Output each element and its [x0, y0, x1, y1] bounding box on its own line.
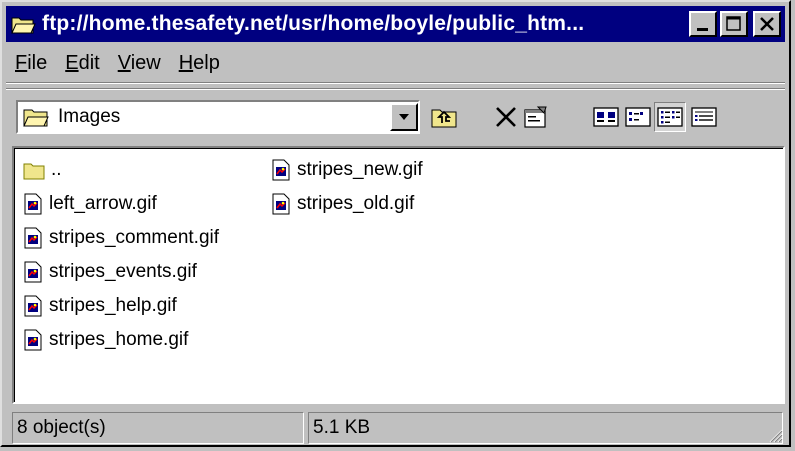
address-value: Images [58, 106, 121, 127]
list-view-icon [657, 107, 683, 127]
window-title: ftp://home.thesafety.net/usr/home/boyle/… [42, 12, 585, 35]
close-icon [760, 17, 774, 31]
file-name: stripes_new.gif [297, 159, 423, 180]
folder-open-icon [11, 17, 36, 34]
file-name: .. [51, 159, 62, 180]
gif-file-icon [24, 329, 42, 351]
address-dropdown-button[interactable] [390, 103, 418, 131]
gif-file-icon [272, 159, 290, 181]
menu-view[interactable]: View [109, 52, 170, 75]
file-item[interactable]: stripes_events.gif [23, 257, 197, 287]
minimize-button[interactable] [689, 11, 717, 37]
properties-icon [524, 106, 547, 128]
toolbar: Images [6, 90, 785, 142]
gif-file-icon [24, 227, 42, 249]
title-bar[interactable]: ftp://home.thesafety.net/usr/home/boyle/… [6, 6, 785, 42]
menu-help[interactable]: Help [170, 52, 229, 75]
address-combo[interactable]: Images [16, 100, 420, 134]
file-item[interactable]: stripes_help.gif [23, 291, 177, 321]
details-view-icon [691, 107, 717, 127]
up-one-level-button[interactable] [428, 102, 460, 132]
file-item[interactable]: stripes_old.gif [271, 189, 414, 219]
file-item[interactable]: stripes_new.gif [271, 155, 423, 185]
file-item[interactable]: stripes_comment.gif [23, 223, 219, 253]
small-icons-view-icon [625, 107, 651, 127]
resize-grip-icon[interactable] [767, 427, 783, 443]
small-icons-view-button[interactable] [622, 102, 654, 132]
file-name: left_arrow.gif [49, 193, 157, 214]
up-one-level-icon [431, 109, 457, 128]
menu-edit[interactable]: Edit [56, 52, 108, 75]
menu-bar: File Edit View Help [6, 46, 785, 80]
menu-separator [6, 82, 785, 84]
maximize-icon [726, 16, 741, 31]
menu-file[interactable]: File [6, 52, 56, 75]
large-icons-view-button[interactable] [590, 102, 622, 132]
folder-icon [23, 163, 45, 180]
folder-open-icon [23, 109, 49, 127]
gif-file-icon [272, 193, 290, 215]
maximize-button[interactable] [720, 11, 748, 37]
explorer-window: ftp://home.thesafety.net/usr/home/boyle/… [0, 0, 791, 447]
status-size: 5.1 KB [308, 412, 783, 444]
minimize-icon [697, 28, 708, 31]
chevron-down-icon [399, 114, 409, 120]
delete-button[interactable] [490, 102, 522, 132]
delete-icon [496, 107, 516, 127]
status-bar: 8 object(s) 5.1 KB [6, 410, 785, 445]
gif-file-icon [24, 193, 42, 215]
gif-file-icon [24, 295, 42, 317]
file-item[interactable]: .. [23, 155, 62, 185]
file-name: stripes_help.gif [49, 295, 177, 316]
file-list-pane[interactable]: .. left_arrow.gif stripes_comment.gif strip… [12, 146, 785, 404]
file-item[interactable]: stripes_home.gif [23, 325, 188, 355]
file-name: stripes_old.gif [297, 193, 415, 214]
status-object-count: 8 object(s) [12, 412, 304, 444]
file-item[interactable]: left_arrow.gif [23, 189, 157, 219]
properties-button[interactable] [520, 102, 552, 132]
file-name: stripes_comment.gif [49, 227, 220, 248]
file-name: stripes_events.gif [49, 261, 197, 282]
details-view-button[interactable] [688, 102, 720, 132]
large-icons-view-icon [593, 107, 619, 127]
list-view-button[interactable] [654, 102, 686, 132]
file-name: stripes_home.gif [49, 329, 189, 350]
close-button[interactable] [753, 11, 781, 37]
gif-file-icon [24, 261, 42, 283]
